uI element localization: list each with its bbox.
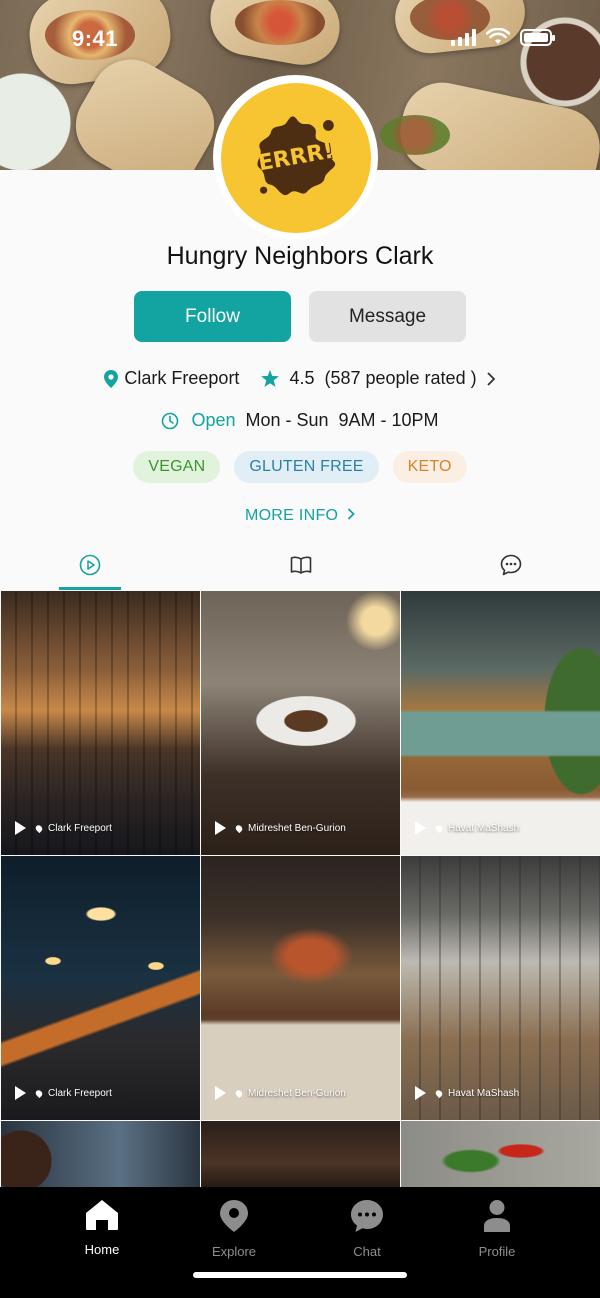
opening-hours: Mon - Sun 9AM - 10PM [245, 410, 439, 430]
post-thumbnail[interactable]: Midreshet Ben-Gurion [201, 856, 400, 1120]
nav-chat-label: Chat [353, 1244, 381, 1259]
bottom-navigation: Home Explore Chat Profile [0, 1187, 600, 1298]
follow-button[interactable]: Follow [134, 291, 291, 342]
play-icon [415, 821, 426, 835]
post-thumbnail[interactable]: Havat MaShash [401, 591, 600, 855]
post-thumbnail[interactable]: Havat MaShash [401, 856, 600, 1120]
play-icon [15, 821, 26, 835]
rating-value: 4.5 [289, 368, 315, 388]
post-location: Havat MaShash [448, 822, 520, 834]
battery-icon [520, 29, 555, 46]
tag-gluten-free[interactable]: GLUTEN FREE [234, 451, 379, 483]
tag-keto[interactable]: KETO [392, 451, 467, 483]
location-pin-icon [34, 823, 44, 833]
person-icon [484, 1200, 510, 1232]
play-icon [215, 1086, 226, 1100]
tab-reviews[interactable] [480, 540, 542, 590]
post-thumbnail[interactable] [401, 1121, 600, 1191]
star-icon [261, 370, 280, 387]
book-icon [290, 556, 312, 574]
post-location: Clark Freeport [48, 1087, 112, 1099]
nav-explore-label: Explore [211, 1244, 257, 1259]
post-grid: Clark Freeport Midreshet Ben-Gurion Hava… [0, 590, 600, 1210]
play-icon [215, 821, 226, 835]
page-title: Hungry Neighbors Clark [166, 242, 434, 270]
post-thumbnail[interactable]: Clark Freeport [1, 856, 200, 1120]
nav-profile[interactable]: Profile [452, 1199, 542, 1259]
location-text: Clark Freeport [124, 368, 240, 388]
location-rating-row[interactable]: Clark Freeport 4.5 (587 people rated ) [0, 368, 600, 389]
content-tabs [0, 540, 600, 590]
chevron-right-icon [347, 508, 355, 520]
post-location: Midreshet Ben-Gurion [248, 822, 346, 834]
play-icon [415, 1086, 426, 1100]
cellular-signal-icon [451, 28, 476, 46]
message-button[interactable]: Message [309, 291, 466, 342]
post-location: Midreshet Ben-Gurion [248, 1087, 346, 1099]
tag-vegan[interactable]: VEGAN [133, 451, 221, 483]
tab-videos[interactable] [59, 540, 121, 590]
play-icon [15, 1086, 26, 1100]
post-thumbnail[interactable] [1, 1121, 200, 1191]
chat-icon [351, 1200, 383, 1232]
profile-avatar[interactable]: ERRR! [213, 75, 378, 240]
open-status: Open [191, 410, 236, 430]
nav-home-label: Home [84, 1242, 120, 1257]
more-info-label: MORE INFO [244, 507, 339, 524]
nav-home[interactable]: Home [57, 1199, 147, 1257]
location-pin-icon [434, 823, 444, 833]
nav-explore[interactable]: Explore [189, 1199, 279, 1259]
home-indicator[interactable] [193, 1272, 407, 1278]
post-thumbnail[interactable]: Midreshet Ben-Gurion [201, 591, 400, 855]
home-icon [86, 1200, 118, 1230]
clock-icon [162, 412, 179, 429]
wifi-icon [486, 28, 510, 44]
post-location: Clark Freeport [48, 822, 112, 834]
nav-profile-label: Profile [478, 1244, 516, 1259]
post-location: Havat MaShash [448, 1087, 520, 1099]
post-thumbnail[interactable] [201, 1121, 400, 1191]
nav-chat[interactable]: Chat [322, 1199, 412, 1259]
map-pin-icon [220, 1200, 248, 1232]
tab-menu[interactable] [270, 540, 332, 590]
location-pin-icon [104, 369, 119, 388]
chevron-right-icon [486, 371, 495, 386]
location-pin-icon [234, 823, 244, 833]
location-pin-icon [434, 1088, 444, 1098]
location-pin-icon [34, 1088, 44, 1098]
hours-row: Open Mon - Sun 9AM - 10PM [0, 410, 600, 431]
play-circle-icon [79, 554, 101, 576]
diet-tags: VEGAN GLUTEN FREE KETO [0, 451, 600, 483]
post-thumbnail[interactable]: Clark Freeport [1, 591, 200, 855]
status-time: 9:41 [72, 26, 119, 51]
rating-count: (587 people rated ) [324, 368, 477, 388]
chat-bubble-icon [500, 554, 522, 576]
status-bar: 9:41 [0, 0, 600, 82]
location-pin-icon [234, 1088, 244, 1098]
more-info-link[interactable]: MORE INFO [0, 507, 600, 525]
